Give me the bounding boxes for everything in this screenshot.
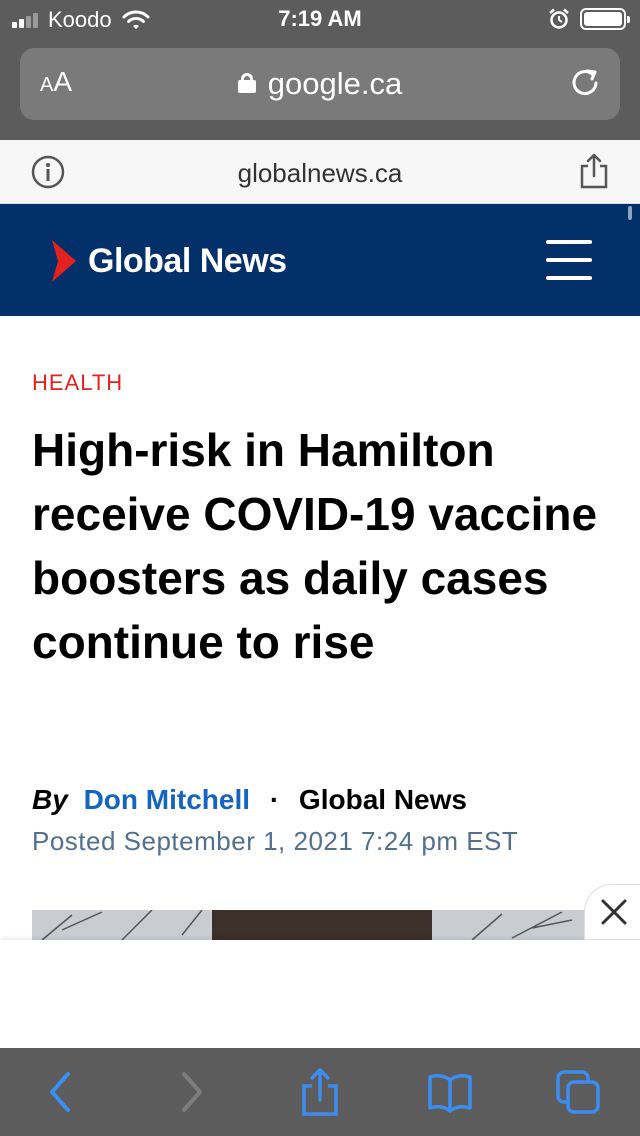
site-header: Global News <box>0 204 640 316</box>
article-category[interactable]: HEALTH <box>32 370 123 396</box>
site-domain: globalnews.ca <box>237 158 403 188</box>
ad-banner[interactable] <box>0 940 640 1048</box>
article-image <box>32 910 584 942</box>
hamburger-menu-icon[interactable] <box>546 240 594 280</box>
byline-separator: · <box>269 784 280 815</box>
battery-icon <box>580 8 630 30</box>
browser-address-area: AA google.ca <box>0 40 640 140</box>
share-icon[interactable] <box>296 1068 344 1116</box>
back-icon[interactable] <box>38 1068 86 1116</box>
lock-icon <box>237 72 256 93</box>
ad-close-button[interactable] <box>584 884 640 940</box>
global-news-logo-mark-icon <box>52 240 76 282</box>
author-link[interactable]: Don Mitchell <box>84 784 250 815</box>
forward-icon[interactable] <box>166 1068 214 1116</box>
status-right <box>548 8 630 30</box>
site-info-bar: globalnews.ca <box>0 140 640 204</box>
status-bar: Koodo 7:19 AM <box>0 0 640 40</box>
reload-icon[interactable] <box>568 66 602 100</box>
global-news-logo[interactable]: Global News <box>48 238 287 284</box>
address-bar[interactable]: AA google.ca <box>20 48 620 120</box>
byline-prefix: By <box>32 784 68 815</box>
url-display[interactable]: google.ca <box>20 66 620 102</box>
url-text: google.ca <box>267 66 403 101</box>
article-headline: High-risk in Hamilton receive COVID-19 v… <box>32 424 598 668</box>
article-byline: By Don Mitchell · Global News <box>32 784 467 816</box>
scroll-indicator <box>628 206 632 220</box>
status-time: 7:19 AM <box>278 6 362 31</box>
close-icon <box>601 899 627 925</box>
posted-date: Posted September 1, 2021 7:24 pm EST <box>32 826 519 856</box>
byline-outlet: Global News <box>298 784 467 815</box>
logo-text: Global News <box>88 241 287 280</box>
alarm-icon <box>549 8 569 29</box>
browser-toolbar <box>0 1048 640 1136</box>
share-icon[interactable] <box>578 152 610 190</box>
bookmarks-icon[interactable] <box>426 1068 474 1116</box>
tabs-icon[interactable] <box>554 1068 602 1116</box>
